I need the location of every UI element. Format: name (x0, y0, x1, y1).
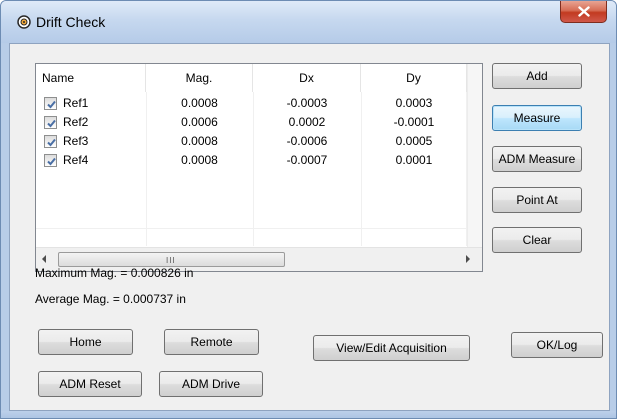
cell-dx: -0.0007 (286, 153, 328, 167)
adm-drive-button[interactable]: ADM Drive (159, 371, 263, 397)
close-icon (577, 6, 590, 17)
column-header-name[interactable]: Name (36, 64, 146, 92)
row-checkbox[interactable] (44, 97, 57, 110)
checkmark-icon (47, 157, 56, 166)
cell-dx: 0.0002 (288, 115, 326, 129)
cell-name: Ref3 (63, 134, 89, 148)
table-row[interactable]: Ref2 0.0006 0.0002 -0.0001 (36, 113, 467, 132)
cell-name: Ref1 (63, 96, 89, 110)
column-header-label: Mag. (185, 71, 213, 85)
arrow-left-icon[interactable] (40, 254, 48, 264)
window-frame-bottom (1, 411, 616, 418)
cell-dy: 0.0005 (395, 134, 433, 148)
reference-list[interactable]: Name Mag. Dx Dy Ref1 0.0008 -0.0003 0.00… (35, 63, 483, 272)
window-title: Drift Check (36, 14, 106, 30)
adm-measure-button[interactable]: ADM Measure (492, 146, 582, 172)
vertical-scroll-area[interactable] (467, 64, 482, 248)
arrow-right-icon[interactable] (464, 254, 472, 264)
adm-reset-button[interactable]: ADM Reset (38, 371, 142, 397)
cell-dy: 0.0003 (395, 96, 433, 110)
row-checkbox[interactable] (44, 154, 57, 167)
clear-button[interactable]: Clear (492, 227, 582, 253)
column-header-label: Name (42, 71, 75, 85)
cell-mag: 0.0008 (181, 96, 218, 110)
cell-name: Ref4 (63, 153, 89, 167)
row-divider (36, 228, 467, 229)
title-bar[interactable]: Drift Check (1, 1, 616, 43)
table-row[interactable]: Ref3 0.0008 -0.0006 0.0005 (36, 132, 467, 151)
table-row[interactable]: Ref4 0.0008 -0.0007 0.0001 (36, 151, 467, 170)
cell-mag: 0.0006 (181, 115, 218, 129)
column-header-label: Dy (406, 71, 421, 85)
remote-button[interactable]: Remote (164, 329, 259, 355)
list-header: Name Mag. Dx Dy (36, 64, 467, 92)
column-header-label: Dx (299, 71, 314, 85)
max-mag-label: Maximum Mag. = 0.000826 in (35, 266, 194, 280)
table-row[interactable]: Ref1 0.0008 -0.0003 0.0003 (36, 94, 467, 113)
checkmark-icon (47, 138, 56, 147)
cell-dy: -0.0001 (393, 115, 435, 129)
home-button[interactable]: Home (38, 329, 133, 355)
checkmark-icon (47, 119, 56, 128)
cell-dx: -0.0003 (286, 96, 328, 110)
close-button[interactable] (560, 1, 607, 23)
column-header-dx[interactable]: Dx (253, 64, 361, 92)
avg-mag-label: Average Mag. = 0.000737 in (35, 292, 186, 306)
row-checkbox[interactable] (44, 116, 57, 129)
cell-mag: 0.0008 (181, 134, 218, 148)
cell-dy: 0.0001 (395, 153, 433, 167)
cell-dx: -0.0006 (286, 134, 328, 148)
cell-name: Ref2 (63, 115, 89, 129)
column-header-dy[interactable]: Dy (361, 64, 467, 92)
cell-mag: 0.0008 (181, 153, 218, 167)
dialog-window: Drift Check Name Mag. Dx Dy Ref1 0.0008 … (0, 0, 617, 419)
add-button[interactable]: Add (492, 63, 582, 89)
scroll-grip: III (166, 256, 176, 265)
view-edit-acquisition-button[interactable]: View/Edit Acquisition (313, 335, 470, 361)
target-icon (17, 15, 31, 29)
checkmark-icon (47, 100, 56, 109)
point-at-button[interactable]: Point At (492, 187, 582, 213)
scroll-thumb[interactable]: III (58, 252, 285, 267)
row-checkbox[interactable] (44, 135, 57, 148)
measure-button[interactable]: Measure (492, 105, 582, 131)
dialog-body: Name Mag. Dx Dy Ref1 0.0008 -0.0003 0.00… (9, 43, 610, 411)
column-header-mag[interactable]: Mag. (146, 64, 253, 92)
ok-log-button[interactable]: OK/Log (511, 332, 603, 358)
